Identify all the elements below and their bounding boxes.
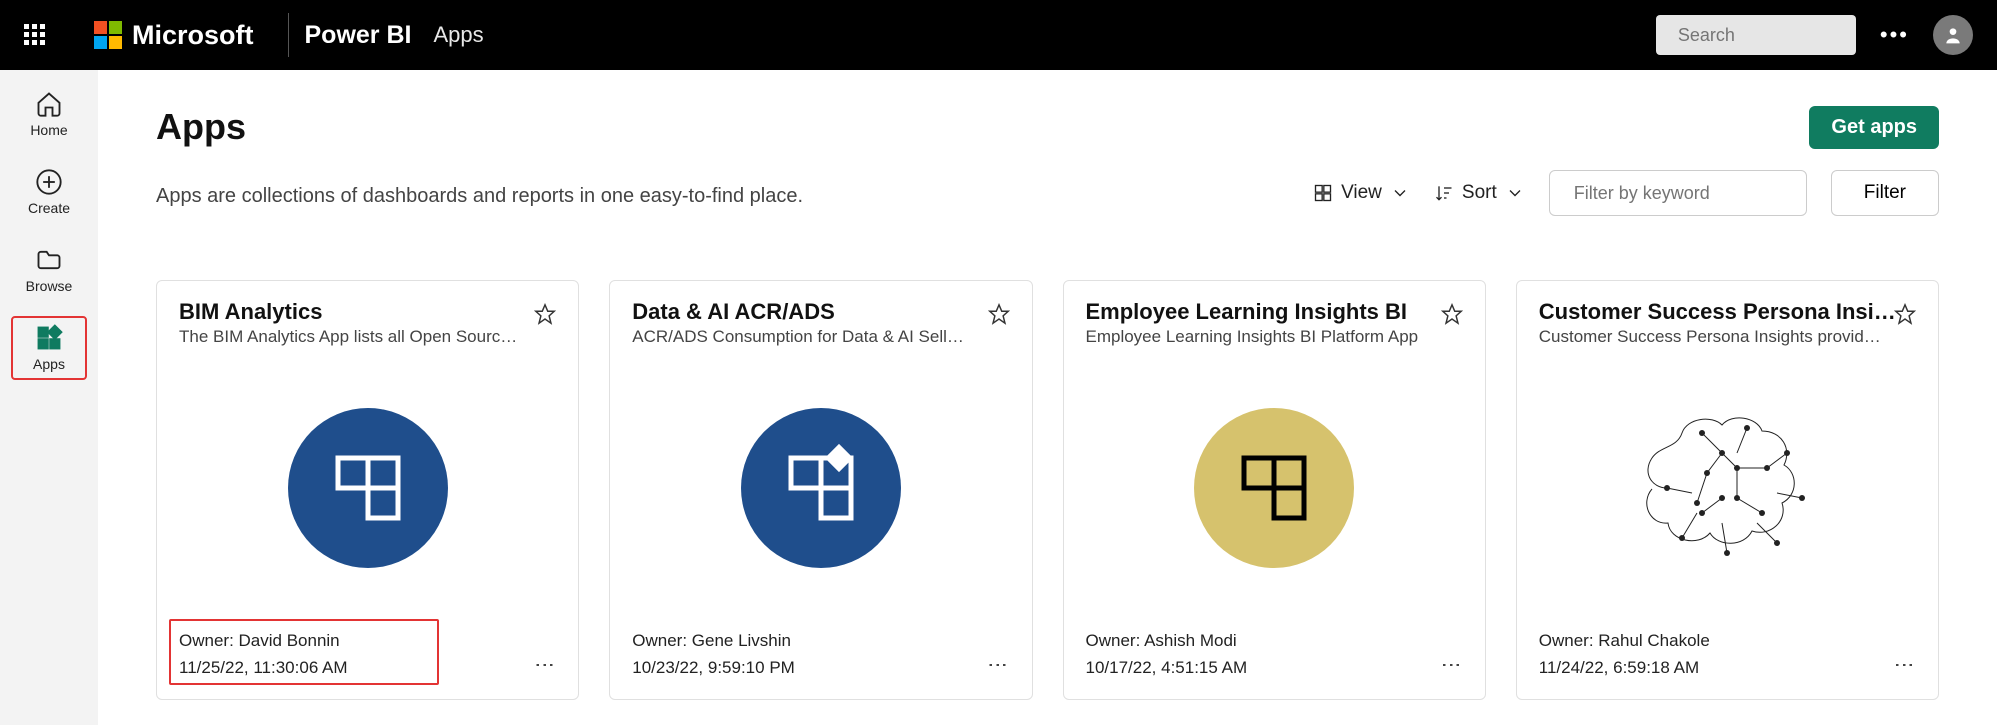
brain-circuit-icon (1627, 403, 1827, 573)
nav-home[interactable]: Home (13, 84, 85, 144)
toolbar: View Sort Filter (1313, 170, 1939, 216)
card-title: Data & AI ACR/ADS (632, 299, 992, 325)
card-footer: Owner: Ashish Modi 10/17/22, 4:51:15 AM (1086, 628, 1463, 681)
card-icon (632, 347, 1009, 628)
top-right-cluster: ••• (1656, 15, 1973, 55)
favorite-button[interactable] (988, 303, 1010, 330)
account-avatar[interactable] (1933, 15, 1973, 55)
sort-label: Sort (1462, 182, 1497, 204)
nav-label: Apps (33, 356, 65, 372)
get-apps-button[interactable]: Get apps (1809, 106, 1939, 149)
card-footer: Owner: Rahul Chakole 11/24/22, 6:59:18 A… (1539, 628, 1916, 681)
plus-circle-icon (35, 168, 63, 196)
product-label[interactable]: Power BI (305, 21, 412, 50)
view-label: View (1341, 182, 1382, 204)
star-icon (1441, 303, 1463, 325)
card-description: Customer Success Persona Insights provid… (1539, 327, 1899, 347)
app-card[interactable]: Employee Learning Insights BI Employee L… (1063, 280, 1486, 700)
chevron-down-icon (1390, 183, 1410, 203)
brand-label: Microsoft (132, 20, 254, 51)
card-description: Employee Learning Insights BI Platform A… (1086, 327, 1446, 347)
card-icon (1539, 347, 1916, 628)
top-bar: Microsoft Power BI Apps ••• (0, 0, 1997, 70)
card-description: The BIM Analytics App lists all Open Sou… (179, 327, 539, 347)
app-card[interactable]: Data & AI ACR/ADS ACR/ADS Consumption fo… (609, 280, 1032, 700)
card-title: BIM Analytics (179, 299, 539, 325)
app-card[interactable]: Customer Success Persona Insights Custom… (1516, 280, 1939, 700)
card-owner: Owner: Gene Livshin (632, 628, 1009, 654)
card-more-options[interactable]: ⋮ (1439, 655, 1463, 675)
star-icon (534, 303, 556, 325)
app-circle-icon (288, 408, 448, 568)
sort-dropdown[interactable]: Sort (1434, 182, 1525, 204)
card-timestamp: 11/25/22, 11:30:06 AM (179, 655, 556, 681)
app-circle-icon (741, 408, 901, 568)
card-footer: Owner: Gene Livshin 10/23/22, 9:59:10 PM (632, 628, 1009, 681)
nav-apps[interactable]: Apps (13, 318, 85, 378)
filter-keyword-input[interactable] (1574, 183, 1806, 204)
star-icon (988, 303, 1010, 325)
card-owner: Owner: David Bonnin (179, 628, 556, 654)
filter-button[interactable]: Filter (1831, 170, 1939, 216)
sort-icon (1434, 183, 1454, 203)
favorite-button[interactable] (534, 303, 556, 330)
chevron-down-icon (1505, 183, 1525, 203)
card-owner: Owner: Rahul Chakole (1539, 628, 1916, 654)
app-card[interactable]: BIM Analytics The BIM Analytics App list… (156, 280, 579, 700)
filter-label: Filter (1864, 182, 1906, 204)
breadcrumb[interactable]: Apps (433, 22, 483, 48)
card-timestamp: 10/23/22, 9:59:10 PM (632, 655, 1009, 681)
card-more-options[interactable]: ⋮ (986, 655, 1010, 675)
card-timestamp: 10/17/22, 4:51:15 AM (1086, 655, 1463, 681)
app-circle-icon (1194, 408, 1354, 568)
main-content: Apps Get apps Apps are collections of da… (98, 70, 1997, 725)
card-title: Customer Success Persona Insights (1539, 299, 1899, 325)
card-owner: Owner: Ashish Modi (1086, 628, 1463, 654)
nav-create[interactable]: Create (13, 162, 85, 222)
microsoft-logo-icon (94, 21, 122, 49)
filter-keyword[interactable] (1549, 170, 1807, 216)
microsoft-logo: Microsoft (94, 20, 254, 51)
card-icon (1086, 347, 1463, 628)
nav-label: Create (28, 200, 70, 216)
app-launcher-icon[interactable] (24, 24, 46, 46)
card-more-options[interactable]: ⋮ (1892, 655, 1916, 675)
folder-icon (35, 246, 63, 274)
person-icon (1943, 25, 1963, 45)
more-options-icon[interactable]: ••• (1880, 22, 1909, 48)
search-input[interactable] (1678, 25, 1910, 46)
favorite-button[interactable] (1441, 303, 1463, 330)
nav-label: Home (30, 122, 67, 138)
card-timestamp: 11/24/22, 6:59:18 AM (1539, 655, 1916, 681)
nav-browse[interactable]: Browse (13, 240, 85, 300)
global-search[interactable] (1656, 15, 1856, 55)
page-title: Apps (156, 106, 246, 148)
card-footer: Owner: David Bonnin 11/25/22, 11:30:06 A… (179, 628, 556, 681)
left-nav: Home Create Browse Apps (0, 70, 98, 725)
apps-grid: BIM Analytics The BIM Analytics App list… (156, 280, 1939, 700)
favorite-button[interactable] (1894, 303, 1916, 330)
card-title: Employee Learning Insights BI (1086, 299, 1446, 325)
card-more-options[interactable]: ⋮ (532, 655, 556, 675)
home-icon (35, 90, 63, 118)
card-icon (179, 347, 556, 628)
grid-icon (1313, 183, 1333, 203)
view-dropdown[interactable]: View (1313, 182, 1410, 204)
divider (288, 13, 289, 57)
nav-label: Browse (26, 278, 73, 294)
apps-icon (35, 324, 63, 352)
card-description: ACR/ADS Consumption for Data & AI Sell… (632, 327, 992, 347)
star-icon (1894, 303, 1916, 325)
